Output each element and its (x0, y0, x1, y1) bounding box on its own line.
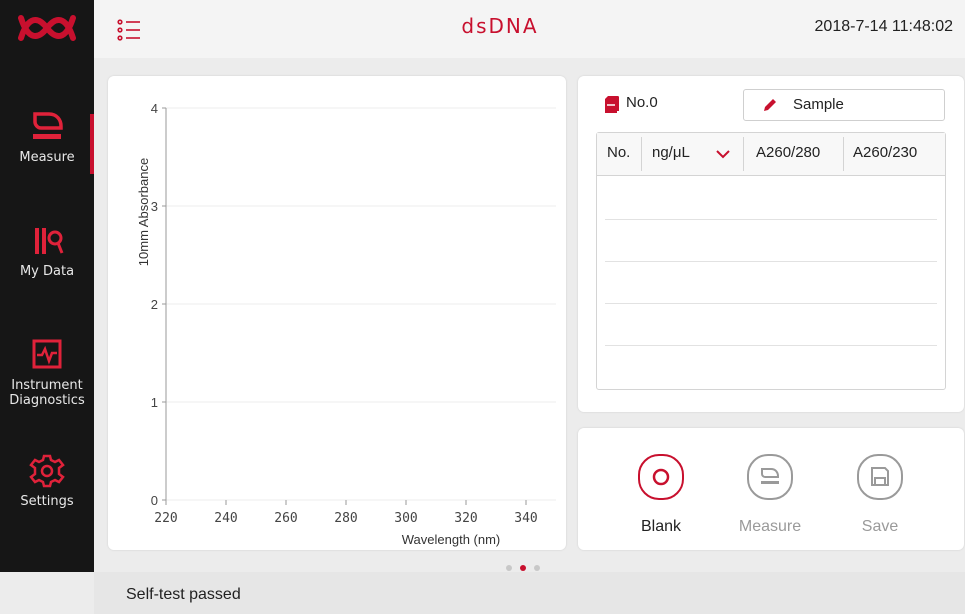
sample-type-button[interactable]: Sample (743, 89, 945, 121)
y-axis-label: 10mm Absorbance (136, 158, 151, 266)
sidebar-item-label: Instrument (11, 378, 83, 393)
sidebar-item-label: Diagnostics (9, 393, 85, 408)
status-bar: Self-test passed (94, 572, 965, 614)
pencil-icon (764, 99, 776, 111)
table-row (605, 261, 937, 262)
spectrum-chart-card: 0 1 2 3 4 220 240 260 280 300 320 340 Wavelength (nm… (108, 76, 566, 550)
list-menu-icon[interactable] (116, 18, 142, 42)
x-tick-label: 240 (214, 511, 237, 526)
table-row (605, 345, 937, 346)
page-dot-active[interactable] (520, 565, 526, 571)
col-header-no: No. (607, 144, 631, 161)
table-row (605, 219, 937, 220)
sample-number-label: No.0 (626, 94, 658, 111)
measure-icon (33, 112, 63, 139)
blank-button[interactable]: Blank (621, 454, 701, 536)
y-tick-label: 0 (151, 493, 158, 508)
logo-cell (0, 0, 94, 58)
status-message: Self-test passed (126, 586, 241, 603)
y-tick-label: 2 (151, 297, 158, 312)
col-header-concentration[interactable]: ng/μL (652, 144, 690, 161)
col-header-a260-230: A260/230 (853, 144, 918, 161)
page-dot[interactable] (506, 565, 512, 571)
page-title: dsDNA (461, 14, 539, 38)
sidebar-item-diagnostics[interactable]: Instrument Diagnostics (0, 338, 94, 408)
measure-button[interactable]: Measure (730, 454, 810, 536)
save-icon (857, 454, 903, 500)
results-table: No. ng/μL A260/280 A260/230 (596, 132, 946, 390)
tube-rack-icon (605, 96, 619, 113)
y-tick-label: 3 (151, 199, 158, 214)
measure-icon (747, 454, 793, 500)
y-tick-label: 1 (151, 395, 158, 410)
action-panel: Blank Measure Save (578, 428, 964, 550)
x-axis-label: Wavelength (nm) (402, 532, 501, 547)
sidebar-item-label: Settings (20, 494, 74, 509)
column-divider (843, 137, 844, 171)
sidebar-item-measure[interactable]: Measure (0, 110, 94, 165)
my-data-icon (35, 228, 64, 254)
column-divider (641, 137, 642, 171)
brand-logo-icon (18, 15, 76, 41)
sidebar-item-my-data[interactable]: My Data (0, 224, 94, 279)
top-bar: dsDNA 2018-7-14 11:48:02 (0, 0, 965, 59)
sidebar-item-label: My Data (19, 264, 75, 279)
save-label: Save (861, 518, 899, 535)
sample-button-label: Sample (793, 96, 844, 113)
sidebar: Measure My Data Instrument Diagnostics S… (0, 58, 94, 572)
datetime-display: 2018-7-14 11:48:02 (814, 18, 953, 35)
sidebar-item-label: Measure (19, 150, 75, 165)
blank-icon (638, 454, 684, 500)
col-header-a260-280: A260/280 (756, 144, 821, 161)
x-tick-label: 260 (274, 511, 297, 526)
page-dot[interactable] (534, 565, 540, 571)
main-content: 0 1 2 3 4 220 240 260 280 300 320 340 Wavelength (nm… (94, 58, 965, 572)
x-tick-label: 300 (394, 511, 417, 526)
table-header: No. ng/μL A260/280 A260/230 (597, 133, 945, 176)
table-row (605, 303, 937, 304)
x-tick-label: 340 (514, 511, 537, 526)
diagnostics-icon (32, 339, 62, 369)
measure-label: Measure (738, 518, 802, 535)
blank-label: Blank (640, 518, 682, 535)
x-tick-label: 320 (454, 511, 477, 526)
settings-gear-icon (29, 454, 65, 488)
y-tick-label: 4 (151, 101, 158, 116)
save-button[interactable]: Save (840, 454, 920, 536)
x-tick-label: 220 (154, 511, 177, 526)
sidebar-item-settings[interactable]: Settings (0, 454, 94, 509)
column-divider (743, 137, 744, 171)
sample-panel: No.0 Sample No. ng/μL A260/280 A260/230 (578, 76, 964, 412)
x-tick-label: 280 (334, 511, 357, 526)
absorbance-chart: 0 1 2 3 4 220 240 260 280 300 320 340 Wavelength (nm… (136, 101, 556, 547)
chevron-down-icon[interactable] (716, 149, 730, 159)
